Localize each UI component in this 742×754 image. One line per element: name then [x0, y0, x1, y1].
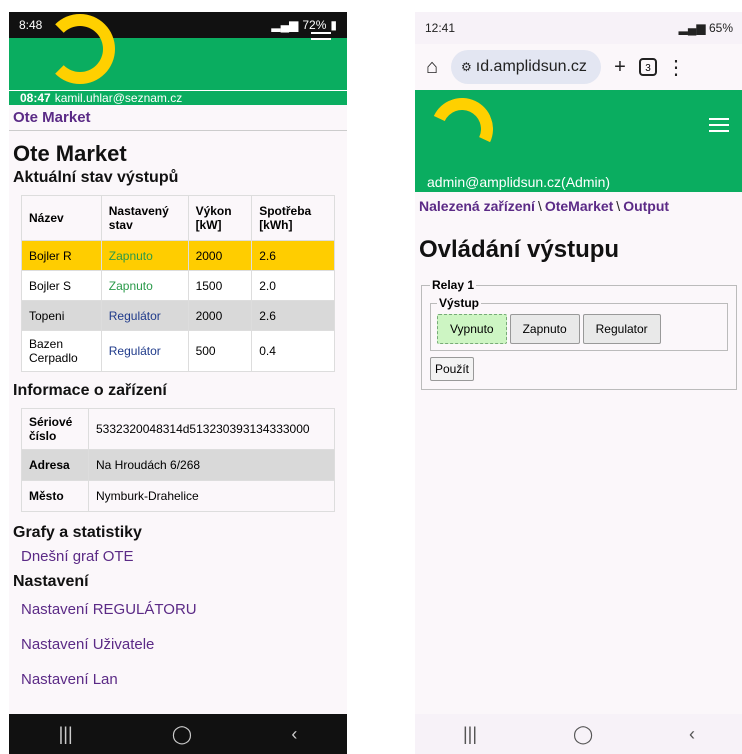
user-email: kamil.uhlar@seznam.cz — [54, 91, 183, 105]
col-state: Nastavený stav — [100, 195, 189, 241]
cell-power: 500 — [187, 330, 253, 372]
device-key: Město — [21, 480, 89, 512]
device-table: Sériové číslo 5332320048314d513230393134… — [21, 408, 335, 512]
device-value: 5332320048314d513230393134333000 — [88, 408, 335, 450]
page-title: Ovládání výstupu — [419, 236, 620, 263]
table-row: Sériové číslo 5332320048314d513230393134… — [21, 408, 335, 450]
relay-legend: Relay 1 — [432, 278, 475, 292]
link-today-chart[interactable]: Dnešní graf OTE — [21, 548, 347, 565]
breadcrumb-otemarket[interactable]: OteMarket — [545, 198, 613, 214]
cell-name: Bazen Cerpadlo — [21, 330, 102, 372]
login-time: 08:47 — [20, 91, 51, 105]
cell-name: Bojler R — [21, 240, 102, 271]
breadcrumb-found-devices[interactable]: Nalezená zařízení — [419, 198, 535, 214]
table-header: Název Nastavený stav Výkon [kW] Spotřeba… — [21, 195, 335, 241]
menu-icon[interactable] — [709, 118, 729, 132]
cell-name: Topeni — [21, 300, 102, 331]
outputs-table: Název Nastavený stav Výkon [kW] Spotřeba… — [21, 195, 335, 372]
output-group: Výstup Vypnuto Zapnuto Regulator — [430, 296, 728, 351]
link-settings-regulator[interactable]: Nastavení REGULÁTORU — [21, 601, 347, 618]
regulator-button[interactable]: Regulator — [582, 314, 661, 344]
logo — [45, 14, 115, 84]
section-title-device: Informace o zařízení — [13, 382, 167, 399]
table-row: Město Nymburk-Drahelice — [21, 480, 335, 512]
cell-state: Zapnuto — [100, 270, 189, 301]
tabs-count[interactable]: 3 — [639, 58, 657, 76]
menu-icon[interactable] — [311, 32, 331, 46]
table-row: Adresa Na Hroudách 6/268 — [21, 449, 335, 481]
cell-power: 2000 — [187, 300, 253, 331]
cell-power: 1500 — [187, 270, 253, 301]
link-settings-lan[interactable]: Nastavení Lan — [21, 671, 347, 688]
recents-icon[interactable]: ||| — [463, 724, 477, 745]
device-value: Na Hroudách 6/268 — [88, 449, 335, 481]
url-text: ıd.amplidsun.cz — [475, 58, 587, 75]
recents-icon[interactable]: ||| — [59, 724, 73, 745]
section-title-charts: Grafy a statistiky — [13, 524, 142, 541]
signal-icon: ▂▄▆ — [271, 18, 299, 32]
android-nav-bar: ||| ◯ ‹ — [415, 714, 742, 754]
more-icon[interactable]: ⋮ — [665, 55, 687, 80]
home-icon[interactable]: ◯ — [573, 724, 593, 745]
home-icon[interactable]: ⌂ — [421, 56, 443, 79]
cell-consumption: 2.0 — [251, 270, 335, 301]
status-bar: 12:41 ▂▄▆ 65% — [415, 12, 742, 44]
battery-icon: ▮ — [330, 18, 337, 32]
apply-button[interactable]: Použít — [430, 357, 475, 381]
col-name: Název — [21, 195, 102, 241]
user-bar: 08:47 kamil.uhlar@seznam.cz — [9, 90, 347, 105]
battery-level: 72% — [302, 18, 327, 32]
cell-state: Zapnuto — [100, 240, 189, 271]
left-phone-screen: 8:48 ▂▄▆ 72% ▮ 08:47 kamil.uhlar@seznam.c… — [9, 12, 347, 754]
back-icon[interactable]: ‹ — [291, 724, 297, 745]
breadcrumb: Nalezená zařízení \ OteMarket \ Output — [419, 198, 670, 214]
cell-consumption: 2.6 — [251, 300, 335, 331]
app-header: admin@amplidsun.cz(Admin) — [415, 89, 742, 192]
right-phone-screen: 12:41 ▂▄▆ 65% ⌂ ⚙ ıd.amplidsun.cz + 3 ⋮ … — [415, 12, 742, 754]
new-tab-icon[interactable]: + — [609, 56, 631, 79]
status-time: 8:48 — [19, 18, 43, 32]
site-settings-icon[interactable]: ⚙ — [461, 60, 472, 74]
cell-consumption: 0.4 — [251, 330, 335, 372]
device-key: Sériové číslo — [21, 408, 89, 450]
cell-name: Bojler S — [21, 270, 102, 301]
cell-state: Regulátor — [100, 330, 189, 372]
output-legend: Výstup — [439, 296, 480, 310]
url-bar[interactable]: ⚙ ıd.amplidsun.cz — [451, 50, 601, 84]
status-time: 12:41 — [425, 21, 456, 35]
user-label: admin@amplidsun.cz(Admin) — [427, 174, 611, 190]
back-icon[interactable]: ‹ — [689, 724, 695, 745]
battery-level: 65% — [708, 21, 733, 35]
signal-icon: ▂▄▆ — [678, 21, 706, 35]
col-power: Výkon [kW] — [187, 195, 253, 241]
section-title-settings: Nastavení — [13, 573, 89, 590]
logo — [422, 89, 502, 169]
breadcrumb-item[interactable]: Ote Market — [13, 109, 91, 126]
browser-toolbar: ⌂ ⚙ ıd.amplidsun.cz + 3 ⋮ — [415, 44, 742, 90]
relay-group: Relay 1 Výstup Vypnuto Zapnuto Regulator… — [421, 278, 737, 390]
cell-power: 2000 — [187, 240, 253, 271]
page-title: Ote Market — [13, 141, 127, 166]
on-button[interactable]: Zapnuto — [509, 314, 580, 344]
android-nav-bar: ||| ◯ ‹ — [9, 714, 347, 754]
table-row: Bojler R Zapnuto 2000 2.6 — [21, 240, 335, 271]
breadcrumb[interactable]: Ote Market — [9, 105, 347, 131]
device-value: Nymburk-Drahelice — [88, 480, 335, 512]
col-consumption: Spotřeba [kWh] — [251, 195, 335, 241]
cell-state: Regulátor — [100, 300, 189, 331]
off-button[interactable]: Vypnuto — [437, 314, 507, 344]
cell-consumption: 2.6 — [251, 240, 335, 271]
device-key: Adresa — [21, 449, 89, 481]
table-row: Bazen Cerpadlo Regulátor 500 0.4 — [21, 330, 335, 372]
home-icon[interactable]: ◯ — [172, 724, 192, 745]
table-row: Bojler S Zapnuto 1500 2.0 — [21, 270, 335, 301]
link-settings-user[interactable]: Nastavení Uživatele — [21, 636, 347, 653]
breadcrumb-output[interactable]: Output — [623, 198, 669, 214]
section-title-outputs: Aktuální stav výstupů — [13, 169, 179, 186]
table-row: Topeni Regulátor 2000 2.6 — [21, 300, 335, 331]
app-header — [9, 14, 347, 90]
